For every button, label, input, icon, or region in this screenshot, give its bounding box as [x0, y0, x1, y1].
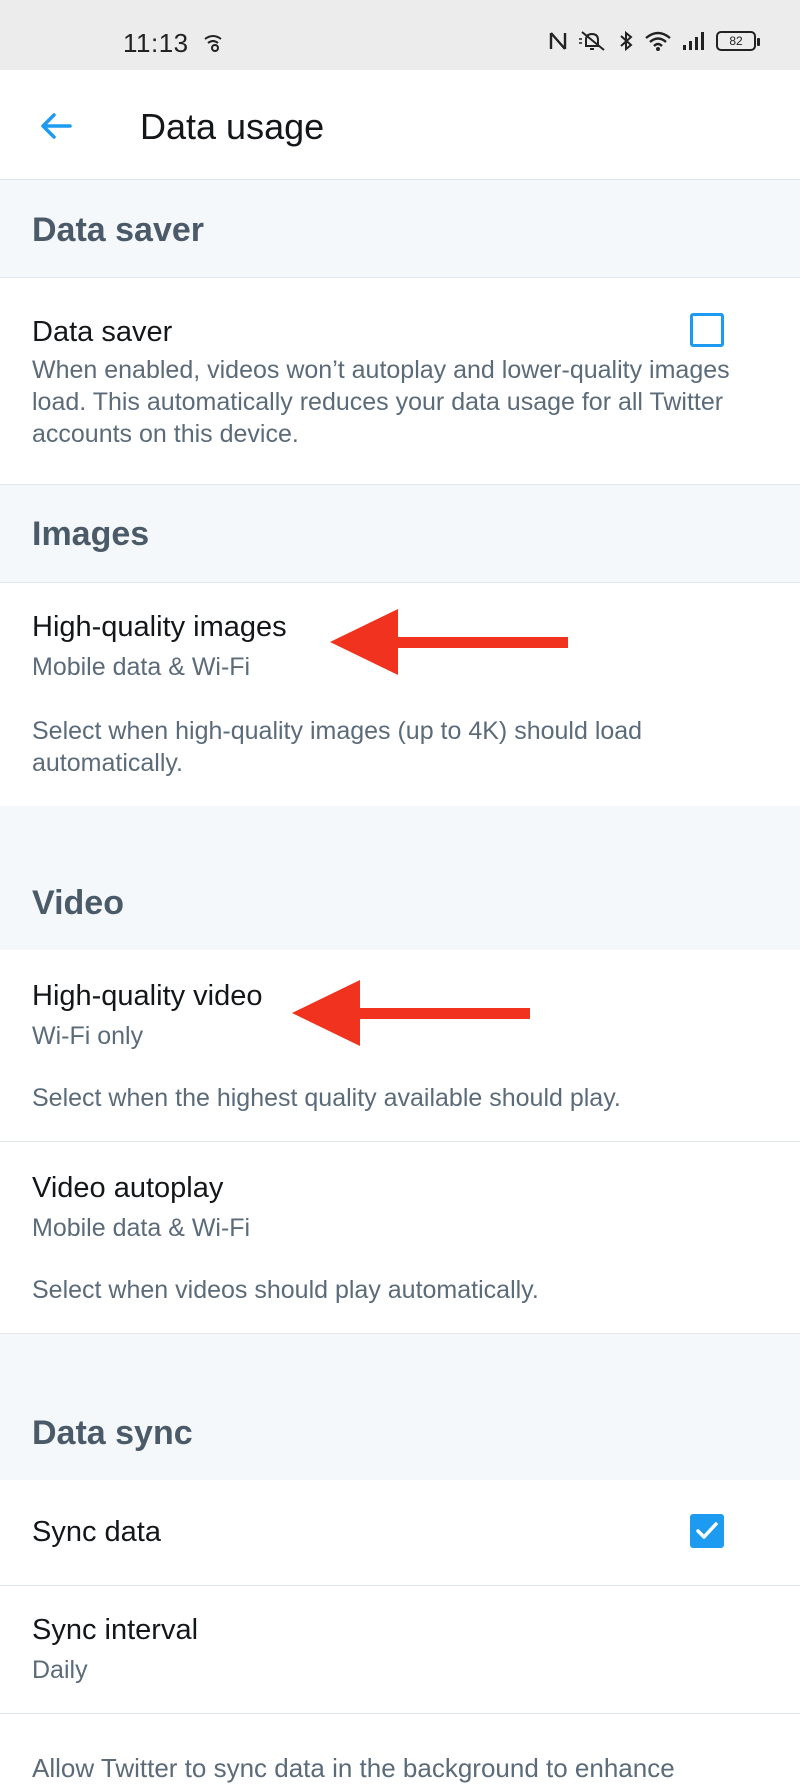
- app-bar: Data usage: [0, 70, 800, 180]
- sync-data-title: Sync data: [32, 1516, 161, 1548]
- section-header-images: Images: [0, 485, 800, 582]
- annotation-arrow-icon: [292, 980, 530, 1046]
- high-quality-images-description: Select when high-quality images (up to 4…: [32, 717, 643, 777]
- battery-icon: 82: [716, 31, 760, 51]
- data-sync-description-block: Allow Twitter to sync data in the backgr…: [0, 1714, 800, 1787]
- video-autoplay-description: Select when videos should play automatic…: [32, 1276, 539, 1304]
- video-autoplay-setting[interactable]: Video autoplay Mobile data & Wi-Fi Selec…: [0, 1142, 800, 1333]
- bluetooth-icon: [620, 30, 633, 52]
- high-quality-video-description: Select when the highest quality availabl…: [32, 1084, 621, 1112]
- sync-data-checkbox[interactable]: [690, 1514, 724, 1548]
- signal-icon: [683, 32, 704, 50]
- section-label: Data saver: [32, 211, 205, 249]
- nfc-icon: [549, 32, 567, 50]
- checkmark-icon: [696, 1522, 718, 1539]
- data-saver-description: When enabled, videos won’t autoplay and …: [32, 356, 730, 448]
- section-label: Images: [32, 515, 150, 553]
- data-saver-checkbox[interactable]: [690, 313, 724, 347]
- section-label: Data sync: [32, 1414, 193, 1452]
- high-quality-images-setting[interactable]: High-quality images Mobile data & Wi-Fi …: [0, 583, 800, 806]
- sync-interval-title: Sync interval: [32, 1614, 199, 1646]
- video-autoplay-value: Mobile data & Wi-Fi: [32, 1214, 251, 1242]
- high-quality-images-value: Mobile data & Wi-Fi: [32, 653, 251, 681]
- sync-interval-setting[interactable]: Sync interval Daily: [0, 1586, 800, 1713]
- mute-icon: [579, 31, 605, 51]
- section-label: Video: [32, 884, 124, 922]
- sync-interval-value: Daily: [32, 1656, 88, 1684]
- high-quality-video-value: Wi-Fi only: [32, 1022, 144, 1050]
- hotspot-icon: [204, 35, 222, 52]
- sync-data-setting[interactable]: Sync data: [0, 1480, 800, 1585]
- status-icons: 82: [548, 30, 760, 52]
- section-header-data-saver: Data saver: [0, 181, 800, 277]
- wifi-icon: [645, 31, 671, 51]
- page-title: Data usage: [140, 106, 325, 147]
- section-header-data-sync: Data sync: [0, 1334, 800, 1480]
- section-header-video: Video: [0, 806, 800, 950]
- status-time: 11:13: [123, 28, 189, 58]
- data-sync-description: Allow Twitter to sync data in the backgr…: [32, 1753, 675, 1783]
- back-arrow-icon[interactable]: [36, 106, 76, 146]
- battery-level: 82: [729, 34, 743, 48]
- high-quality-video-setting[interactable]: High-quality video Wi-Fi only Select whe…: [0, 950, 800, 1141]
- data-saver-setting[interactable]: Data saver When enabled, videos won’t au…: [0, 278, 800, 484]
- video-autoplay-title: Video autoplay: [32, 1172, 224, 1204]
- high-quality-video-title: High-quality video: [32, 980, 263, 1012]
- status-bar: 11:13 82: [0, 0, 800, 70]
- annotation-arrow-icon: [330, 609, 568, 675]
- data-saver-title: Data saver: [32, 316, 173, 348]
- high-quality-images-title: High-quality images: [32, 611, 287, 643]
